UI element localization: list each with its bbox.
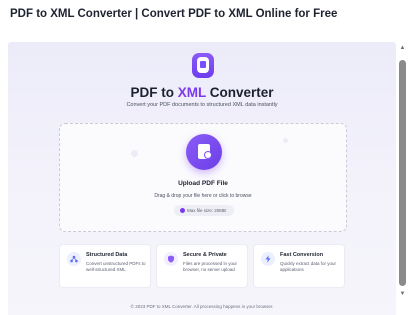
feature-description: Quickly extract data for your applicatio… bbox=[280, 261, 337, 273]
feature-card-secure-private: Secure & Private Files are processed in … bbox=[156, 244, 248, 288]
app-heading: PDF to XML Converter bbox=[8, 85, 396, 100]
footer-text: © 2023 PDF to XML Converter. All process… bbox=[130, 304, 274, 309]
feature-title: Fast Conversion bbox=[280, 252, 324, 258]
file-upload-icon bbox=[192, 53, 214, 78]
vertical-scrollbar[interactable]: ▲ ▼ bbox=[397, 42, 408, 300]
heading-prefix: PDF to bbox=[130, 85, 178, 100]
feature-card-fast-conversion: Fast Conversion Quickly extract data for… bbox=[253, 244, 345, 288]
scrollbar-thumb[interactable] bbox=[399, 60, 406, 286]
page-title: PDF to XML Converter | Convert PDF to XM… bbox=[10, 8, 338, 20]
file-size-text: Max file size: 20MB bbox=[187, 207, 227, 213]
scroll-down-icon[interactable]: ▼ bbox=[397, 290, 408, 298]
logo-document-shape bbox=[197, 57, 209, 73]
upload-title: Upload PDF File bbox=[178, 180, 228, 187]
decorative-dot bbox=[283, 138, 288, 143]
structure-icon bbox=[67, 252, 81, 266]
bolt-icon bbox=[261, 252, 275, 266]
decorative-dot bbox=[131, 150, 138, 157]
scroll-up-icon[interactable]: ▲ bbox=[397, 44, 408, 52]
feature-description: Convert unstructured PDFs to well-struct… bbox=[86, 261, 146, 273]
shield-icon bbox=[164, 252, 178, 266]
feature-description: Files are processed in your browser, no … bbox=[183, 261, 238, 273]
feature-title: Secure & Private bbox=[183, 252, 227, 258]
app-subtitle: Convert your PDF documents to structured… bbox=[126, 102, 278, 108]
info-dot-icon bbox=[180, 208, 185, 213]
heading-suffix: Converter bbox=[205, 85, 274, 100]
file-upload-icon bbox=[198, 144, 212, 159]
upload-hint: Drag & drop your file here or click to b… bbox=[154, 193, 252, 199]
page-viewport: PDF to XML Converter Convert your PDF do… bbox=[8, 42, 396, 315]
file-size-badge: Max file size: 20MB bbox=[174, 205, 234, 216]
feature-card-structured-data: Structured Data Convert unstructured PDF… bbox=[59, 244, 151, 288]
upload-button[interactable] bbox=[186, 134, 222, 170]
upload-dropzone[interactable]: Upload PDF File Drag & drop your file he… bbox=[59, 123, 347, 232]
feature-title: Structured Data bbox=[86, 252, 128, 258]
heading-accent: XML bbox=[177, 85, 206, 100]
